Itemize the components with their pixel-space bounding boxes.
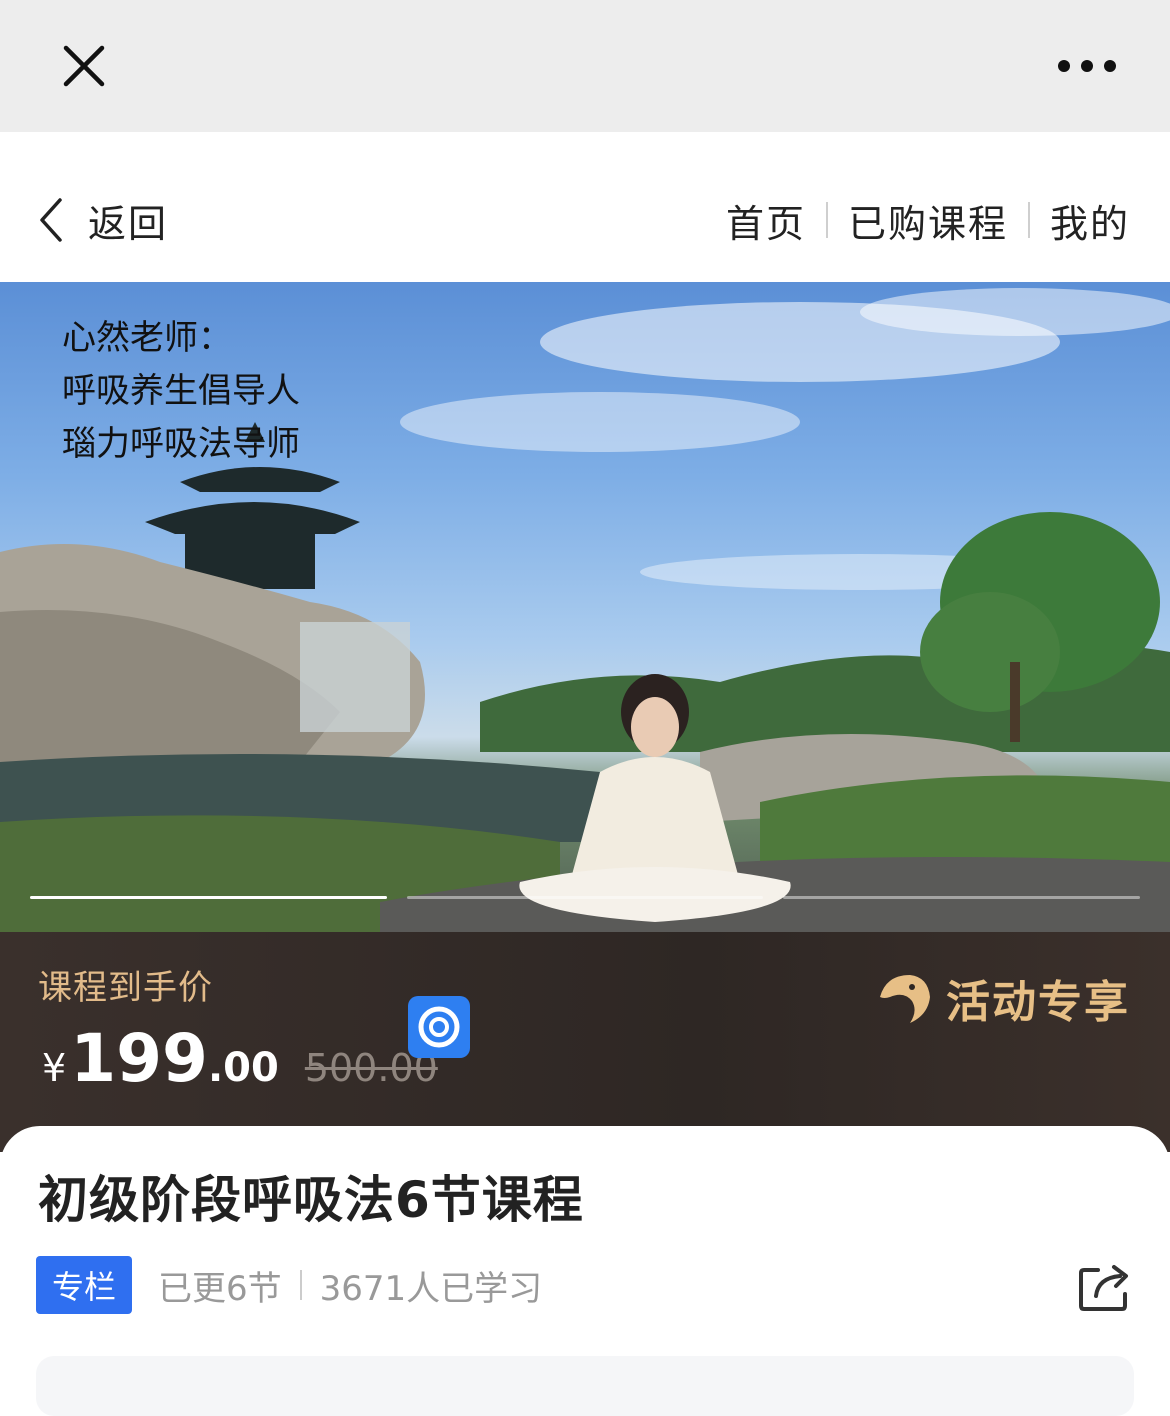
- updated-count: 已更6节: [158, 1268, 282, 1309]
- carousel-dot[interactable]: [406, 896, 764, 899]
- nav-bar: 返回 首页 已购课程 我的: [0, 132, 1170, 282]
- close-icon[interactable]: [52, 34, 116, 98]
- course-meta: 专栏 已更6节 3671人已学习: [36, 1256, 542, 1314]
- course-title: 初级阶段呼吸法6节课程: [38, 1171, 584, 1229]
- course-info-card: 初级阶段呼吸法6节课程 专栏 已更6节 3671人已学习: [0, 1126, 1170, 1416]
- promo-label: 活动专享: [946, 977, 1130, 1028]
- price-decimal: .00: [207, 1045, 279, 1091]
- hero-caption-line: 呼吸养生倡导人: [62, 371, 300, 411]
- nav-link-purchased[interactable]: 已购课程: [848, 193, 1008, 248]
- hero-caption-line: 瑙力呼吸法导师: [62, 424, 300, 464]
- nav-link-home[interactable]: 首页: [726, 193, 806, 248]
- share-icon[interactable]: [1078, 1262, 1132, 1312]
- dolphin-logo-icon: [880, 975, 930, 1023]
- hero-caption: 心然老师： 呼吸养生倡导人 瑙力呼吸法导师: [62, 312, 300, 471]
- carousel-dot[interactable]: [783, 896, 1141, 899]
- back-label: 返回: [88, 201, 169, 246]
- promo-badge: 活动专享: [872, 966, 1130, 1030]
- content-panel: [36, 1356, 1134, 1416]
- currency-symbol: ¥: [42, 1046, 67, 1090]
- nav-divider: [825, 202, 828, 238]
- carousel-indicator: [30, 896, 1141, 900]
- hero-banner[interactable]: 心然老师： 呼吸养生倡导人 瑙力呼吸法导师: [0, 282, 1170, 932]
- price-row: ¥ 199 .00 500.00: [42, 1020, 438, 1097]
- nav-link-mine[interactable]: 我的: [1050, 193, 1130, 248]
- column-tag: 专栏: [36, 1256, 132, 1314]
- meta-divider: [299, 1270, 302, 1300]
- hero-caption-line: 心然老师：: [62, 318, 232, 358]
- wechat-top-bar: [0, 0, 1170, 132]
- carousel-dot[interactable]: [30, 896, 387, 899]
- price-banner: 课程到手价 ¥ 199 .00 500.00 活动专享: [0, 932, 1170, 1152]
- more-horizontal-icon[interactable]: [1052, 52, 1122, 80]
- watermark-logo-icon: [408, 996, 470, 1058]
- learner-count: 3671人已学习: [319, 1268, 543, 1309]
- chevron-left-icon: [40, 198, 62, 242]
- nav-divider: [1027, 202, 1030, 238]
- back-button[interactable]: 返回: [36, 190, 168, 250]
- price-integer: 199: [70, 1020, 208, 1097]
- nav-links: 首页 已购课程 我的: [726, 192, 1130, 248]
- price-caption: 课程到手价: [38, 968, 213, 1008]
